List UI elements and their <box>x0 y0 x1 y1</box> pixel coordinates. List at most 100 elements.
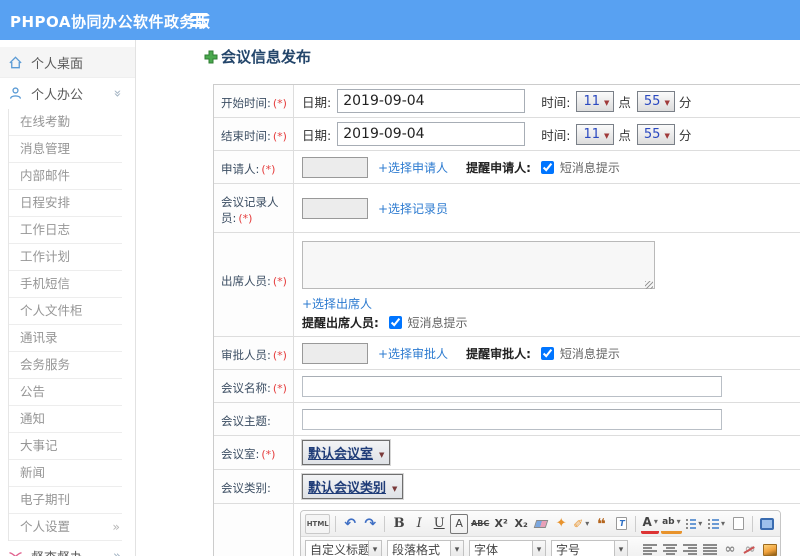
format-painter-icon[interactable]: ✐ <box>572 514 590 534</box>
unordered-list-icon[interactable] <box>706 514 727 534</box>
sidebar-submenu-item[interactable]: 个人文件柜 <box>9 298 122 325</box>
sidebar-item-personal-desktop[interactable]: 个人桌面 <box>0 47 135 78</box>
chevron-right-icon <box>113 549 121 556</box>
sidebar-submenu-item[interactable]: 通讯录 <box>9 325 122 352</box>
align-center-icon[interactable] <box>661 540 679 556</box>
meeting-category-select[interactable]: 默认会议类别 <box>302 474 404 499</box>
sidebar-submenu-item[interactable]: 通知 <box>9 406 122 433</box>
select-approver-link[interactable]: +选择审批人 <box>378 345 448 362</box>
font-family-select[interactable]: 字体 <box>469 539 546 556</box>
form-row-approver: 审批人员: (*) +选择审批人 提醒审批人: 短消息提示 <box>214 337 800 370</box>
meeting-name-input[interactable] <box>302 375 722 397</box>
dropdown-arrow-icon <box>604 127 609 141</box>
select-applicant-link[interactable]: +选择申请人 <box>378 159 448 176</box>
strikethrough-icon[interactable]: ABC <box>470 514 490 534</box>
sidebar-submenu-label: 在线考勤 <box>20 114 71 129</box>
meeting-room-select[interactable]: 默认会议室 <box>302 440 391 465</box>
sidebar-submenu-item[interactable]: 公告 <box>9 379 122 406</box>
sidebar-item-personal-office[interactable]: 个人办公 <box>0 78 135 109</box>
field-label: 出席人员: <box>221 274 271 288</box>
redo-icon[interactable]: ↷ <box>361 514 379 534</box>
sms-remind-label: 短消息提示 <box>559 160 620 175</box>
field-label: 开始时间: <box>221 96 271 110</box>
highlight-color-icon[interactable]: ab <box>661 514 682 534</box>
heading-select[interactable]: 自定义标题 <box>305 539 382 556</box>
unlink-icon[interactable]: ∞ <box>741 540 759 556</box>
sidebar-item-supervision[interactable]: 督查督办 <box>0 541 135 556</box>
new-document-icon[interactable] <box>729 514 747 534</box>
sidebar-submenu-label: 新闻 <box>20 465 46 480</box>
underline-icon[interactable]: U <box>430 514 448 534</box>
bold-icon[interactable]: B <box>390 514 408 534</box>
select-attendees-link[interactable]: +选择出席人 <box>302 297 372 311</box>
blockquote-icon[interactable]: ❝ <box>592 514 610 534</box>
sidebar-submenu-label: 工作日志 <box>20 222 71 237</box>
italic-icon[interactable]: I <box>410 514 428 534</box>
sms-remind-checkbox[interactable] <box>388 316 402 329</box>
dropdown-arrow-icon <box>604 94 609 108</box>
eraser-icon[interactable] <box>532 514 550 534</box>
sidebar: 个人桌面 个人办公 在线考勤 消息管理 内部邮件 日程安排 <box>0 40 136 556</box>
applicant-input[interactable] <box>302 156 368 178</box>
remind-label: 提醒出席人员: <box>302 316 379 330</box>
subscript-icon[interactable]: X₂ <box>512 514 530 534</box>
clear-formatting-icon[interactable]: ✦ <box>552 514 570 534</box>
end-date-input[interactable] <box>337 122 526 146</box>
align-left-icon[interactable] <box>641 540 659 556</box>
superscript-icon[interactable]: X² <box>492 514 510 534</box>
approver-input[interactable] <box>302 342 368 364</box>
recorder-input[interactable] <box>302 197 368 219</box>
undo-icon[interactable]: ↶ <box>341 514 359 534</box>
image-icon[interactable] <box>761 540 779 556</box>
sidebar-submenu-label: 个人文件柜 <box>20 303 83 318</box>
start-date-input[interactable] <box>337 89 526 113</box>
form-row-start-time: 开始时间:(*) 日期: 时间: 11 点 55 分 <box>214 85 800 118</box>
paste-icon[interactable] <box>612 514 630 534</box>
minute-unit: 分 <box>678 127 692 143</box>
align-justify-icon[interactable] <box>701 540 719 556</box>
meeting-subject-input[interactable] <box>302 408 722 430</box>
sidebar-submenu-item[interactable]: 个人设置 <box>9 514 122 541</box>
sidebar-submenu-item[interactable]: 在线考勤 <box>9 109 122 136</box>
sidebar-submenu-item[interactable]: 消息管理 <box>9 136 122 163</box>
start-hour-select[interactable]: 11 <box>576 90 615 112</box>
attendees-textarea[interactable] <box>302 241 655 289</box>
ordered-list-icon[interactable] <box>684 514 705 534</box>
sms-remind-checkbox[interactable] <box>540 346 554 360</box>
sidebar-submenu-item[interactable]: 工作日志 <box>9 217 122 244</box>
fullscreen-icon[interactable] <box>758 514 776 534</box>
sms-remind-label: 短消息提示 <box>407 316 468 330</box>
font-size-select[interactable]: 字号 <box>551 539 628 556</box>
required-mark: (*) <box>272 349 287 362</box>
sidebar-submenu-item[interactable]: 大事记 <box>9 433 122 460</box>
end-minute-select[interactable]: 55 <box>636 123 675 145</box>
font-color-icon[interactable]: A <box>641 514 660 534</box>
sms-remind-checkbox[interactable] <box>540 160 554 174</box>
sidebar-submenu-label: 消息管理 <box>20 141 71 156</box>
sidebar-submenu-label: 大事记 <box>20 438 58 453</box>
paragraph-format-select[interactable]: 段落格式 <box>387 539 464 556</box>
start-minute-select[interactable]: 55 <box>636 90 675 112</box>
link-icon[interactable]: ∞ <box>721 540 739 556</box>
form-row-content: HTML ↶ ↷ B I U A ABC X² X₂ ✦ ✐ ❝ <box>214 504 800 556</box>
view-source-button[interactable]: HTML <box>305 513 331 534</box>
sidebar-item-label: 督查督办 <box>31 547 83 556</box>
field-label: 申请人: <box>221 162 260 176</box>
sidebar-submenu-label: 内部邮件 <box>20 168 71 183</box>
sidebar-submenu-item[interactable]: 电子期刊 <box>9 487 122 514</box>
sidebar-submenu-item[interactable]: 手机短信 <box>9 271 122 298</box>
required-mark: (*) <box>261 448 276 461</box>
resize-grip-icon[interactable] <box>645 281 653 289</box>
hamburger-menu-icon[interactable] <box>190 13 208 27</box>
sidebar-submenu-item[interactable]: 日程安排 <box>9 190 122 217</box>
end-hour-select[interactable]: 11 <box>576 123 615 145</box>
select-recorder-link[interactable]: +选择记录员 <box>378 200 448 217</box>
align-right-icon[interactable] <box>681 540 699 556</box>
sidebar-submenu-item[interactable]: 工作计划 <box>9 244 122 271</box>
sidebar-submenu-item[interactable]: 会务服务 <box>9 352 122 379</box>
sidebar-submenu-item[interactable]: 新闻 <box>9 460 122 487</box>
sidebar-submenu-item[interactable]: 内部邮件 <box>9 163 122 190</box>
time-sublabel: 时间: <box>541 94 571 110</box>
dropdown-arrow-icon <box>392 480 397 494</box>
font-border-icon[interactable]: A <box>450 513 469 534</box>
